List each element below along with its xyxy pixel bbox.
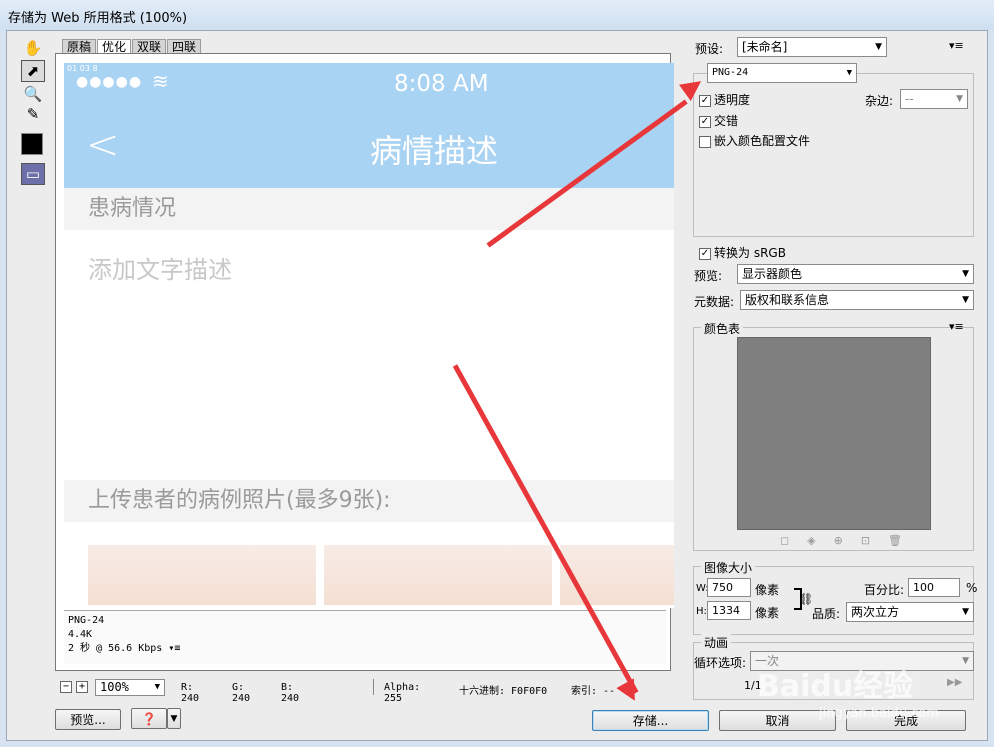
baidu-watermark: Baidu经验	[757, 669, 914, 704]
case-photo-2	[324, 545, 552, 605]
chevron-down-icon: ▼	[962, 607, 969, 617]
zoom-tool-icon[interactable]: 🔍	[21, 83, 45, 105]
quality-label: 品质:	[812, 607, 841, 621]
web-shift-icon[interactable]: ◈	[807, 534, 833, 547]
new-color-icon[interactable]: ⊡	[861, 534, 888, 547]
phone-time: 8:08 AM	[394, 71, 489, 97]
preset-label: 预设:	[695, 42, 724, 56]
window-title: 存储为 Web 所用格式 (100%)	[8, 11, 188, 26]
browser-icon-button[interactable]: ❓	[131, 708, 167, 729]
eyedropper-color-swatch[interactable]	[21, 133, 43, 155]
lock-color-icon[interactable]: ⊕	[834, 534, 861, 547]
matte-label: 杂边:	[865, 94, 894, 108]
readout-hex: 十六进制: F0F0F0	[459, 686, 548, 697]
zoom-out-button[interactable]: −	[60, 681, 72, 693]
back-chevron-icon: <	[86, 122, 120, 168]
info-download-time: 2 秒 @ 56.6 Kbps ▾≡	[68, 643, 181, 654]
preset-select[interactable]: [未命名] ▼	[737, 37, 887, 57]
matte-select[interactable]: -- ▼	[900, 89, 968, 109]
percent-label: 百分比:	[864, 583, 905, 597]
height-input[interactable]: 1334	[707, 601, 751, 620]
eyedropper-tool-icon[interactable]: ✎	[21, 103, 45, 125]
readout-green: G: 240	[232, 682, 251, 704]
section-upload: 上传患者的病例照片(最多9张):	[64, 480, 674, 522]
metadata-select[interactable]: 版权和联系信息 ▼	[740, 290, 974, 310]
next-frame-icon[interactable]: ▶▶	[947, 677, 962, 688]
animation-label: 动画	[701, 634, 732, 651]
chevron-down-icon: ▼	[170, 713, 178, 724]
readout-blue: B: 240	[281, 682, 300, 704]
preview-mode-label: 预览:	[694, 269, 723, 283]
percent-unit: %	[966, 581, 978, 595]
info-format: PNG-24	[68, 615, 105, 626]
quality-select[interactable]: 两次立方 ▼	[846, 602, 974, 622]
slice-number-badge: 01 03 8	[67, 64, 98, 73]
toggle-slices-visibility-icon[interactable]: ▭	[21, 163, 45, 185]
save-for-web-dialog: ✋ ⬈ 🔍 ✎ ▭ 原稿 优化 双联 四联 01 03 8 ●●●●● ≋ 8:…	[6, 30, 988, 741]
embed-profile-checkbox[interactable]: 嵌入颜色配置文件	[699, 132, 810, 149]
percent-input[interactable]: 100	[908, 578, 960, 597]
image-preview-pane[interactable]: 01 03 8 ●●●●● ≋ 8:08 AM < 病情描述 患病情况 添加文字…	[55, 53, 674, 671]
window-titlebar: 存储为 Web 所用格式 (100%)	[0, 0, 994, 30]
signal-dots-icon: ●●●●●	[76, 74, 143, 90]
chevron-down-icon: ▼	[846, 68, 852, 78]
baidu-watermark-url: jingyan.baidu.com	[819, 706, 939, 721]
height-unit: 像素	[755, 606, 780, 620]
transparency-checkbox[interactable]: ✓ 透明度	[699, 91, 750, 108]
color-table-label: 颜色表	[701, 320, 744, 337]
color-table-swatches[interactable]	[737, 337, 931, 530]
image-size-label: 图像大小	[701, 559, 756, 576]
chevron-down-icon: ▼	[154, 682, 160, 692]
divider	[373, 679, 374, 695]
trash-icon[interactable]: 🗑	[888, 534, 920, 547]
chevron-down-icon: ▼	[956, 94, 963, 104]
description-placeholder: 添加文字描述	[88, 256, 232, 284]
chevron-down-icon: ▼	[962, 269, 969, 279]
hand-tool-icon[interactable]: ✋	[21, 37, 45, 59]
section-illness: 患病情况	[64, 188, 674, 230]
readout-red: R: 240	[181, 682, 200, 704]
file-format-select[interactable]: PNG-24 ▼	[707, 63, 857, 83]
browser-menu-button[interactable]: ▼	[167, 708, 181, 729]
save-button[interactable]: 存储...	[592, 710, 709, 731]
phone-page-title: 病情描述	[370, 132, 499, 170]
width-input[interactable]: 750	[707, 578, 751, 597]
color-table-icons: ◻◈⊕⊡🗑	[780, 534, 920, 547]
preview-mode-select[interactable]: 显示器颜色 ▼	[737, 264, 974, 284]
color-table-menu-icon[interactable]: ▾≡	[949, 320, 964, 333]
readout-index: 索引: --	[571, 686, 616, 697]
phone-preview-image: 01 03 8 ●●●●● ≋ 8:08 AM < 病情描述 患病情况 添加文字…	[64, 63, 674, 608]
wifi-icon: ≋	[152, 69, 169, 93]
phone-status-bar: 01 03 8 ●●●●● ≋ 8:08 AM	[64, 63, 674, 108]
width-unit: 像素	[755, 583, 780, 597]
chevron-down-icon: ▼	[875, 42, 882, 52]
preset-menu-icon[interactable]: ▾≡	[949, 39, 964, 52]
case-photo-3	[560, 545, 674, 605]
info-size: 4.4K	[68, 629, 93, 640]
loop-label: 循环选项:	[694, 656, 747, 670]
chevron-down-icon: ▼	[962, 656, 969, 666]
zoom-level-select[interactable]: 100% ▼	[95, 679, 165, 696]
optimization-info: PNG-24 4.4K 2 秒 @ 56.6 Kbps ▾≡	[64, 610, 666, 664]
metadata-label: 元数据:	[694, 295, 735, 309]
case-photo-1	[88, 545, 316, 605]
preview-in-browser-button[interactable]: 预览...	[55, 709, 121, 730]
help-browser-icon: ❓	[141, 711, 157, 726]
link-chain-icon[interactable]: ⛓	[798, 592, 813, 606]
convert-srgb-checkbox[interactable]: ✓ 转换为 sRGB	[699, 244, 786, 261]
chevron-down-icon: ▼	[962, 295, 969, 305]
height-label: H:	[696, 606, 707, 617]
info-menu-icon[interactable]: ▾≡	[168, 643, 180, 654]
map-color-icon[interactable]: ◻	[780, 534, 807, 547]
description-area: 添加文字描述	[64, 230, 674, 480]
slice-select-tool-icon[interactable]: ⬈	[21, 60, 45, 82]
zoom-in-button[interactable]: +	[76, 681, 88, 693]
interlaced-checkbox[interactable]: ✓ 交错	[699, 112, 738, 129]
readout-alpha: Alpha: 255	[384, 682, 421, 704]
